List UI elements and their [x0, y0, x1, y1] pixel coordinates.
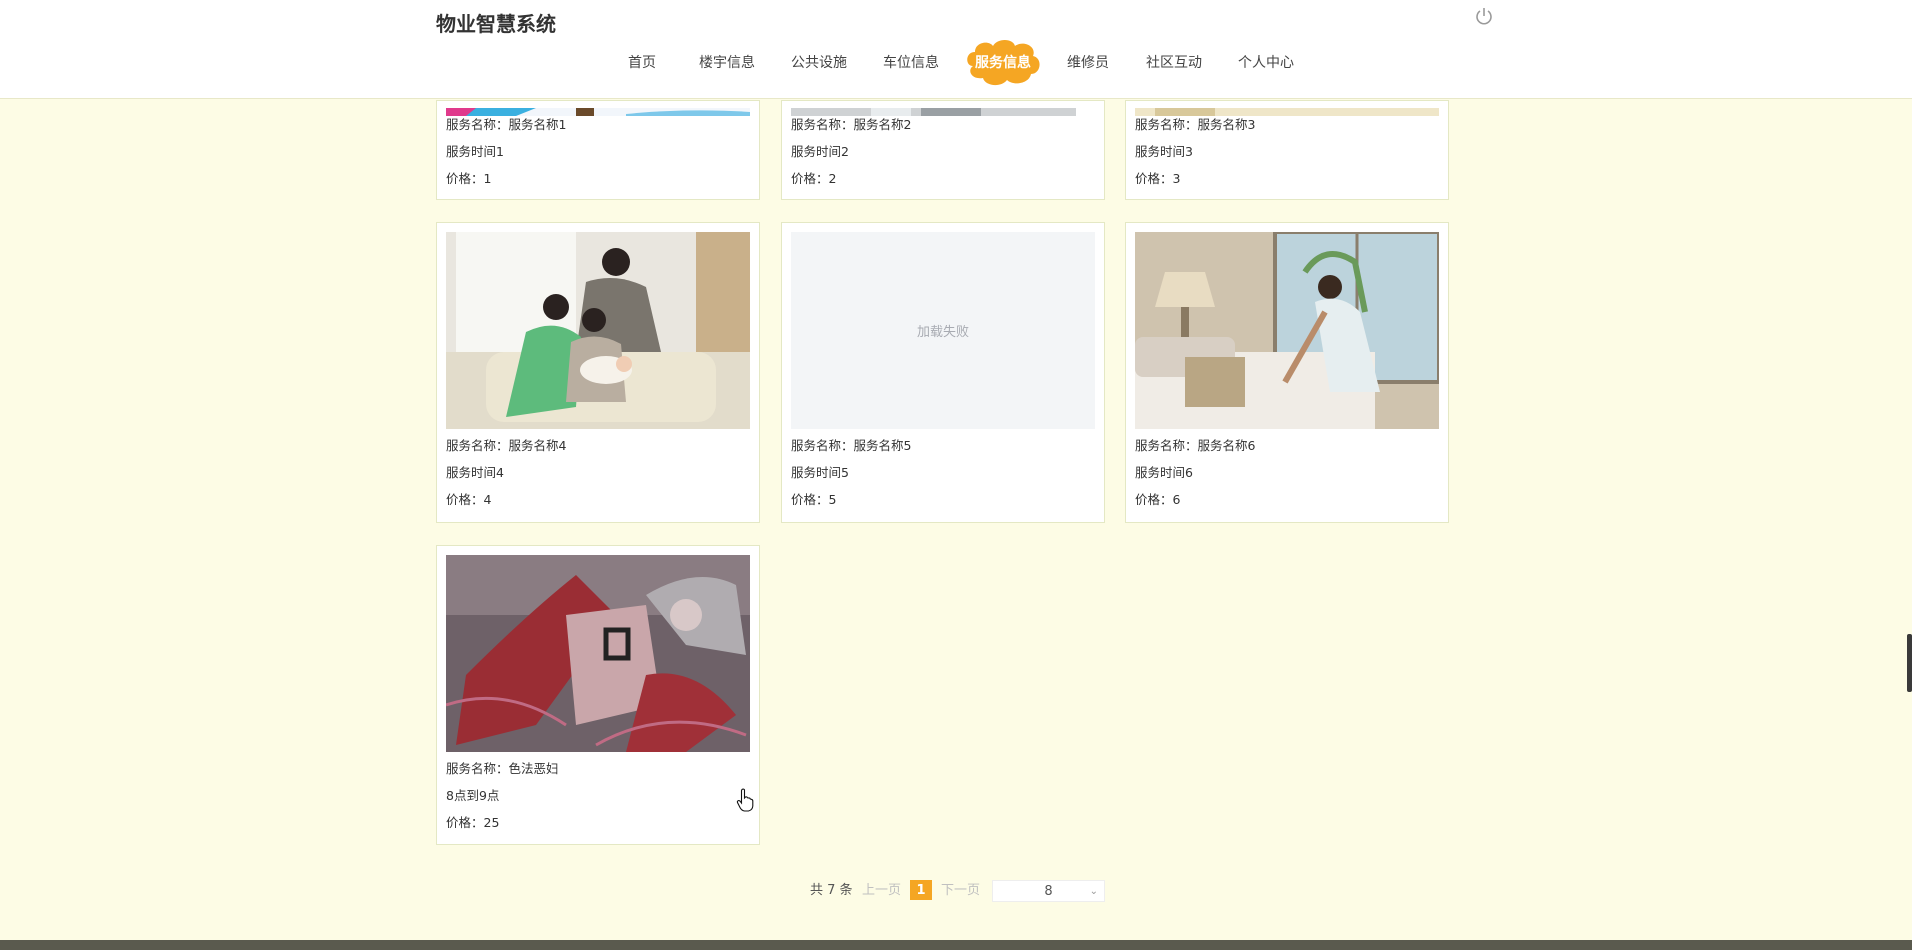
nav-repairman[interactable]: 维修员 [1067, 44, 1109, 84]
service-card[interactable]: 服务名称：服务名称1 服务时间1 价格：1 [436, 100, 760, 200]
main-nav: 首页 楼宇信息 公共设施 车位信息 服务信息 维修员 社区互动 个人中心 [0, 40, 1912, 86]
service-name: 服务名称：服务名称1 [446, 117, 567, 132]
nav-building-info[interactable]: 楼宇信息 [699, 44, 755, 84]
service-card[interactable]: 服务名称：服务名称3 服务时间3 价格：3 [1125, 100, 1449, 200]
service-time: 服务时间5 [791, 465, 849, 480]
service-card[interactable]: 加载失败 服务名称：服务名称5 服务时间5 价格：5 [781, 222, 1105, 523]
service-price: 价格：3 [1135, 171, 1181, 186]
service-image [791, 101, 1076, 116]
site-brand: 物业智慧系统 [436, 12, 556, 36]
service-name: 服务名称：色法恶妇 [446, 761, 559, 776]
service-time: 服务时间3 [1135, 144, 1193, 159]
service-name: 服务名称：服务名称5 [791, 438, 912, 453]
service-card[interactable]: 服务名称：色法恶妇 8点到9点 价格：25 [436, 545, 760, 845]
service-time: 服务时间2 [791, 144, 849, 159]
service-name: 服务名称：服务名称3 [1135, 117, 1256, 132]
service-time: 服务时间6 [1135, 465, 1193, 480]
pagination-total: 共 7 条 [810, 883, 853, 898]
page-size-value: 8 [1044, 884, 1053, 899]
hand-cursor-icon [736, 788, 754, 812]
nav-personal-center[interactable]: 个人中心 [1238, 44, 1294, 84]
service-card[interactable]: 服务名称：服务名称2 服务时间2 价格：2 [781, 100, 1105, 200]
footer-bar [0, 940, 1912, 950]
service-price: 价格：2 [791, 171, 837, 186]
housekeeper-photo-icon [1135, 232, 1439, 429]
service-name: 服务名称：服务名称6 [1135, 438, 1256, 453]
service-name: 服务名称：服务名称4 [446, 438, 567, 453]
service-price: 价格：4 [446, 492, 492, 507]
service-time: 服务时间4 [446, 465, 504, 480]
image-load-failed: 加载失败 [791, 232, 1095, 429]
anime-illustration-icon [446, 555, 750, 752]
service-price: 价格：25 [446, 815, 500, 830]
service-name: 服务名称：服务名称2 [791, 117, 912, 132]
prev-page-button[interactable]: 上一页 [862, 880, 901, 902]
service-image [446, 101, 750, 116]
service-card[interactable]: 服务名称：服务名称4 服务时间4 价格：4 [436, 222, 760, 523]
service-image: 加载失败 [791, 232, 1095, 429]
chevron-down-icon: ⌄ [1089, 886, 1098, 897]
pagination: 共 7 条 上一页 1 下一页 8 ⌄ [0, 880, 1912, 902]
top-header: 物业智慧系统 首页 楼宇信息 公共设施 车位信息 服务信息 维修员 社区互动 个… [0, 0, 1912, 99]
next-page-button[interactable]: 下一页 [941, 880, 980, 902]
nav-public-facilities[interactable]: 公共设施 [791, 44, 847, 84]
nav-home[interactable]: 首页 [628, 44, 656, 84]
nav-service-info[interactable]: 服务信息 [963, 40, 1043, 86]
service-price: 价格：1 [446, 171, 492, 186]
service-price: 价格：6 [1135, 492, 1181, 507]
service-image [446, 232, 750, 429]
family-photo-icon [446, 232, 750, 429]
page-number-current[interactable]: 1 [910, 880, 932, 900]
service-time: 服务时间1 [446, 144, 504, 159]
nav-parking-info[interactable]: 车位信息 [883, 44, 939, 84]
service-image [446, 555, 750, 752]
service-time: 8点到9点 [446, 788, 500, 803]
scrollbar-thumb[interactable] [1907, 634, 1912, 692]
service-image [1135, 232, 1439, 429]
service-card[interactable]: 服务名称：服务名称6 服务时间6 价格：6 [1125, 222, 1449, 523]
power-icon[interactable] [1474, 6, 1494, 26]
service-image [1135, 101, 1439, 116]
page-size-select[interactable]: 8 ⌄ [992, 880, 1105, 902]
nav-community[interactable]: 社区互动 [1146, 44, 1202, 84]
service-price: 价格：5 [791, 492, 837, 507]
